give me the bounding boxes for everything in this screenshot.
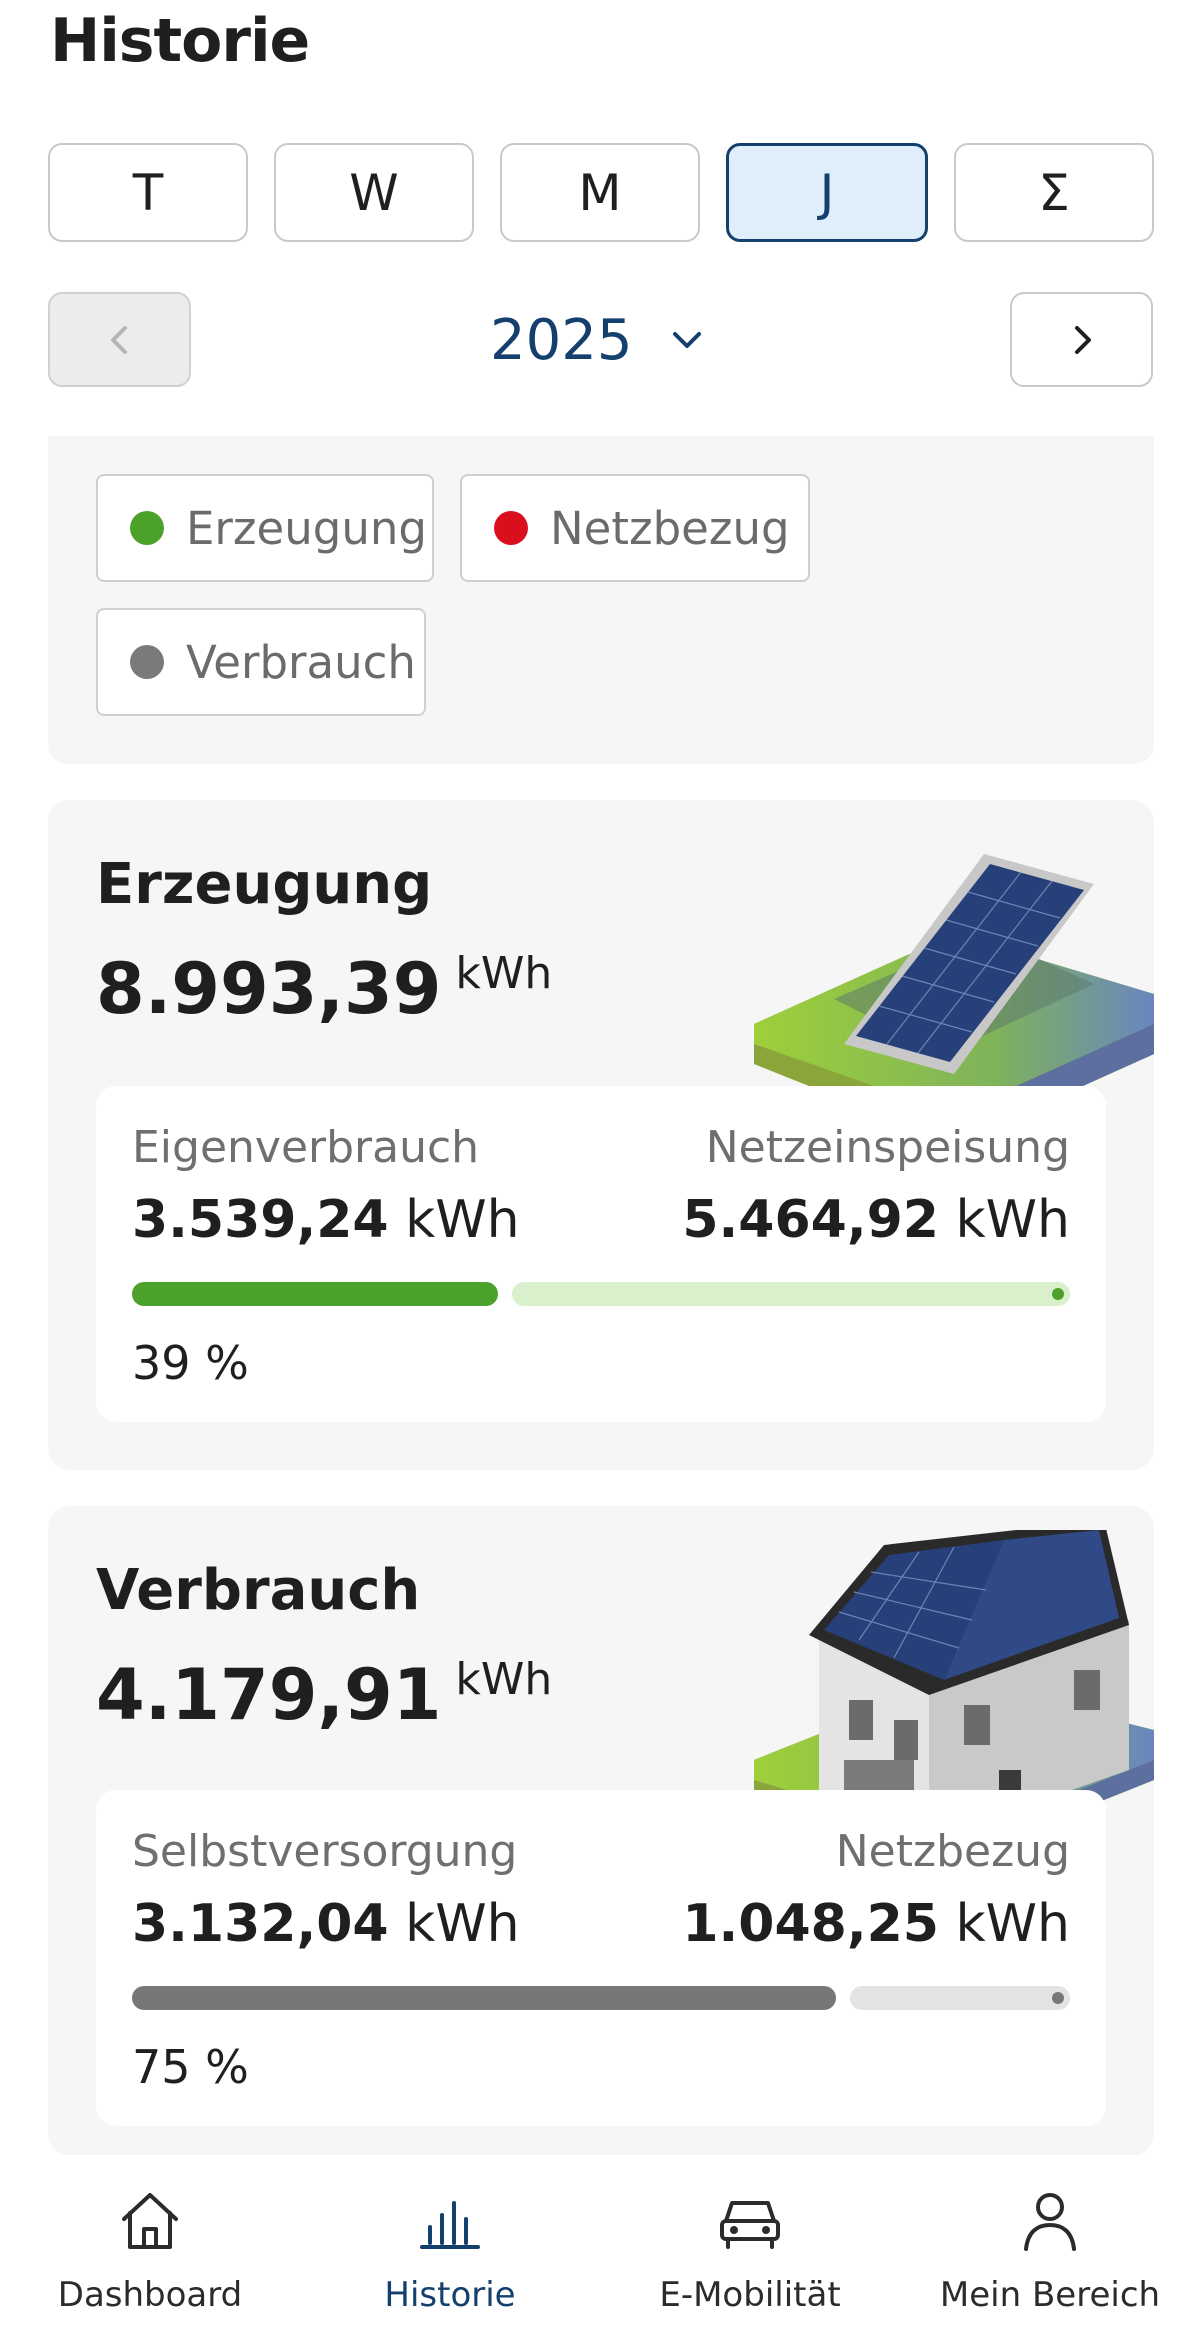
- solar-panel-illustration: [754, 854, 1154, 1124]
- legend-dot-red: [494, 511, 528, 545]
- consumption-total-value: 4.179,91: [96, 1654, 442, 1736]
- next-year-button[interactable]: [1010, 292, 1153, 387]
- page-title: Historie: [50, 6, 310, 76]
- generation-title: Erzeugung: [96, 852, 433, 917]
- generation-progress-end-dot: [1052, 1288, 1064, 1300]
- nav-mein-bereich-label: Mein Bereich: [939, 2275, 1161, 2315]
- grid-purchase-number: 1.048,25: [682, 1894, 939, 1954]
- tab-week[interactable]: W: [274, 143, 474, 242]
- self-supply-number: 3.132,04: [132, 1894, 389, 1954]
- chevron-down-icon: [672, 332, 701, 348]
- consumption-total: 4.179,91 kWh: [96, 1654, 552, 1736]
- grid-purchase-label: Netzbezug: [835, 1826, 1070, 1877]
- self-consumption-number: 3.539,24: [132, 1190, 389, 1250]
- tab-total[interactable]: Σ: [954, 143, 1154, 242]
- legend-chip-verbrauch[interactable]: Verbrauch: [96, 608, 426, 716]
- consumption-progress-rest: [849, 1986, 1070, 2010]
- generation-progress-rest: [511, 1282, 1070, 1306]
- legend-panel: Erzeugung Netzbezug Verbrauch: [48, 436, 1154, 764]
- self-supply-unit: kWh: [405, 1894, 520, 1954]
- self-supply-label: Selbstversorgung: [132, 1826, 518, 1877]
- house-illustration: [754, 1530, 1154, 1830]
- legend-chip-erzeugung[interactable]: Erzeugung: [96, 474, 434, 582]
- consumption-title: Verbrauch: [96, 1558, 421, 1623]
- consumption-breakdown: Selbstversorgung Netzbezug 3.132,04 kWh …: [96, 1790, 1106, 2126]
- nav-historie[interactable]: Historie: [300, 2155, 600, 2345]
- nav-mein-bereich[interactable]: Mein Bereich: [900, 2155, 1200, 2345]
- legend-dot-green: [130, 511, 164, 545]
- generation-total: 8.993,39 kWh: [96, 948, 552, 1030]
- previous-year-button[interactable]: [48, 292, 191, 387]
- consumption-card: Verbrauch 4.179,91 kWh Selbstversorgung …: [48, 1506, 1154, 2156]
- tab-year[interactable]: J: [726, 143, 928, 242]
- nav-historie-label: Historie: [384, 2275, 516, 2315]
- grid-purchase-unit: kWh: [955, 1894, 1071, 1954]
- car-icon: [720, 2201, 780, 2249]
- consumption-progress-fill: [132, 1986, 836, 2010]
- nav-dashboard[interactable]: Dashboard: [0, 2155, 300, 2345]
- generation-progress-bar: [132, 1282, 1070, 1306]
- generation-total-value: 8.993,39: [96, 948, 442, 1030]
- chevron-left-icon: [110, 325, 127, 354]
- tab-month[interactable]: M: [500, 143, 700, 242]
- legend-label: Verbrauch: [186, 635, 416, 689]
- self-consumption-value: 3.539,24 kWh: [132, 1190, 520, 1250]
- legend-dot-gray: [130, 645, 164, 679]
- grid-feed-in-value: 5.464,92 kWh: [682, 1190, 1070, 1250]
- legend-chip-netzbezug[interactable]: Netzbezug: [460, 474, 810, 582]
- nav-dashboard-label: Dashboard: [57, 2275, 243, 2315]
- self-consumption-unit: kWh: [405, 1190, 520, 1250]
- self-consumption-label: Eigenverbrauch: [132, 1122, 480, 1173]
- self-supply-value: 3.132,04 kWh: [132, 1894, 520, 1954]
- chevron-right-icon: [1074, 325, 1091, 354]
- grid-feed-in-number: 5.464,92: [682, 1190, 939, 1250]
- consumption-progress-end-dot: [1052, 1992, 1064, 2004]
- generation-percent: 39 %: [132, 1336, 249, 1390]
- generation-progress-fill: [132, 1282, 498, 1306]
- grid-purchase-value: 1.048,25 kWh: [682, 1894, 1070, 1954]
- year-dropdown[interactable]: 2025: [490, 300, 705, 380]
- grid-feed-in-unit: kWh: [955, 1190, 1071, 1250]
- consumption-percent: 75 %: [132, 2040, 249, 2094]
- tab-day[interactable]: T: [48, 143, 248, 242]
- generation-total-unit: kWh: [455, 948, 553, 999]
- generation-breakdown: Eigenverbrauch Netzeinspeisung 3.539,24 …: [96, 1086, 1106, 1422]
- consumption-total-unit: kWh: [455, 1654, 553, 1705]
- bottom-navigation: Dashboard Historie E-Mobilität Mein Bere…: [0, 2155, 1200, 2345]
- home-icon: [122, 2193, 178, 2249]
- nav-e-mobilitaet[interactable]: E-Mobilität: [600, 2155, 900, 2345]
- user-icon: [1024, 2193, 1076, 2251]
- nav-e-mobilitaet-label: E-Mobilität: [659, 2275, 841, 2315]
- period-tabs: T W M J Σ: [48, 143, 1154, 242]
- chart-icon: [420, 2201, 480, 2249]
- year-label: 2025: [490, 307, 633, 373]
- consumption-progress-bar: [132, 1986, 1070, 2010]
- legend-label: Erzeugung: [186, 501, 427, 555]
- generation-card: Erzeugung 8.993,39 kWh Eigenverbrauch Ne…: [48, 800, 1154, 1470]
- grid-feed-in-label: Netzeinspeisung: [705, 1122, 1070, 1173]
- legend-label: Netzbezug: [550, 501, 790, 555]
